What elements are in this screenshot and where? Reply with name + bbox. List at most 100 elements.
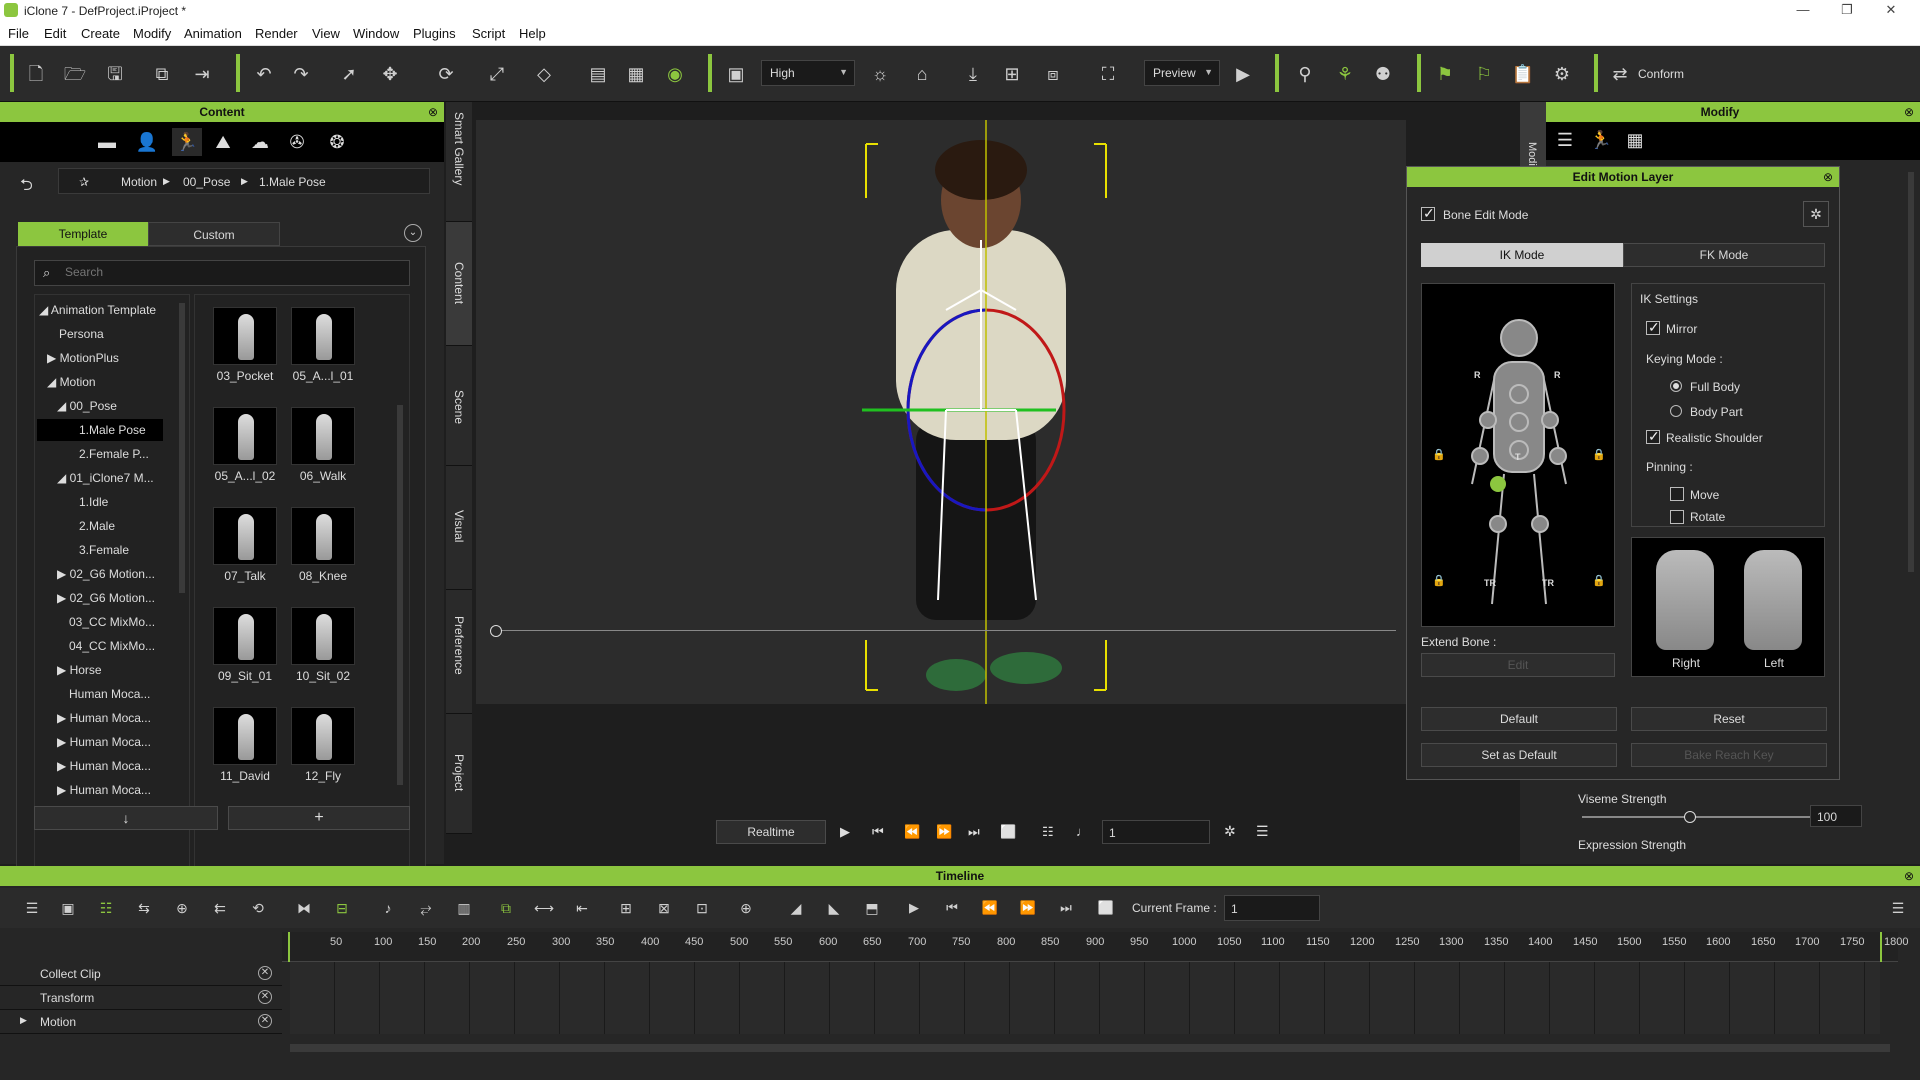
tree-item[interactable]: ▶ Human Moca... (57, 783, 151, 797)
modify-scrollbar[interactable] (1908, 172, 1914, 572)
menu-edit[interactable]: Edit (44, 26, 66, 41)
go-start-icon[interactable]: ⏮ (938, 894, 966, 922)
close-panel-icon[interactable]: ⊗ (1904, 102, 1914, 122)
tree-item[interactable]: ▶ 02_G6 Motion... (57, 591, 155, 605)
menu-animation[interactable]: Animation (184, 26, 242, 41)
camera-reel-icon[interactable]: ✇ (282, 128, 312, 156)
go-end-icon[interactable]: ⏭ (968, 824, 980, 840)
clipboard-icon[interactable]: 📋 (1509, 60, 1537, 88)
track-transform[interactable]: Transform ✕ (0, 986, 282, 1010)
music-note-icon[interactable]: ♩ (1076, 824, 1089, 839)
timeline-tool-icon[interactable]: ⧉ (492, 894, 520, 922)
tree-item[interactable]: ◢ Motion (47, 375, 96, 389)
tab-fk-mode[interactable]: FK Mode (1623, 243, 1825, 267)
breadcrumb-item[interactable]: Motion (121, 175, 157, 189)
render-mode-dropdown[interactable]: Preview (1144, 60, 1220, 86)
motion-thumbnail[interactable] (213, 307, 277, 365)
align-icon[interactable]: ▤ (584, 60, 612, 88)
search-input[interactable] (65, 265, 395, 279)
folder-icon[interactable]: ▬ (92, 128, 122, 156)
camera-icon[interactable]: ▶ (1229, 60, 1257, 88)
side-tab-scene[interactable]: Scene (446, 346, 472, 466)
motion-thumbnail[interactable] (291, 307, 355, 365)
motion-thumbnail[interactable] (291, 407, 355, 465)
avatar-icon[interactable]: 👤 (132, 128, 162, 156)
scene-icon[interactable]: ⛰ (208, 128, 238, 156)
tree-item[interactable]: Persona (59, 327, 104, 341)
side-tab-project[interactable]: Project (446, 714, 472, 834)
redo-icon[interactable]: ↷ (287, 60, 315, 88)
playhead-start[interactable] (288, 932, 290, 962)
menu-modify[interactable]: Modify (133, 26, 171, 41)
move-checkbox[interactable] (1670, 487, 1684, 501)
crowd-icon[interactable]: ⚉ (1369, 60, 1397, 88)
body-part-radio[interactable] (1670, 405, 1682, 417)
tree-item[interactable]: 2.Male (79, 519, 115, 533)
prev-frame-icon[interactable]: ⏪ (976, 894, 1004, 922)
grid-icon[interactable]: ⊞ (998, 60, 1026, 88)
chevron-down-icon[interactable]: ⌄ (404, 224, 422, 242)
set-as-default-button[interactable]: Set as Default (1421, 743, 1617, 767)
motion-puppet-icon[interactable]: ⚘ (1331, 60, 1359, 88)
tree-item[interactable]: Human Moca... (69, 687, 150, 701)
current-frame-input[interactable]: 1 (1224, 895, 1320, 921)
tree-item[interactable]: 2.Female P... (79, 447, 149, 461)
reset-button[interactable]: Reset (1631, 707, 1827, 731)
light-icon[interactable]: ☼ (866, 60, 894, 88)
tree-item[interactable]: 1.Idle (79, 495, 108, 509)
timeline-tool-icon[interactable]: ⊟ (328, 894, 356, 922)
lock-icon[interactable]: 🔒 (1592, 574, 1606, 587)
breadcrumb-item[interactable]: 00_Pose (183, 175, 230, 189)
motion-thumbnail[interactable] (291, 707, 355, 765)
close-window-button[interactable]: ✕ (1876, 2, 1906, 18)
tree-item[interactable]: ▶ Human Moca... (57, 759, 151, 773)
menu-create[interactable]: Create (81, 26, 120, 41)
tree-item[interactable]: ▶ Horse (57, 663, 102, 677)
lock-icon[interactable]: 🔒 (1432, 448, 1446, 461)
select-arrow-icon[interactable]: ➚ (335, 60, 363, 88)
save-icon[interactable]: 🖫 (101, 60, 129, 88)
timeline-tool-icon[interactable]: ⇤ (568, 894, 596, 922)
drop-to-floor-icon[interactable]: ⤓ (959, 60, 987, 88)
timeline-tool-icon[interactable]: ☷ (92, 894, 120, 922)
timeline-tool-icon[interactable]: ⇆ (130, 894, 158, 922)
distribute-icon[interactable]: ▦ (622, 60, 650, 88)
motion-thumbnail[interactable] (213, 407, 277, 465)
timeline-tool-icon[interactable]: ◢ (782, 894, 810, 922)
visibility-eye-icon[interactable]: ◉ (661, 60, 689, 88)
full-body-radio[interactable] (1670, 380, 1682, 392)
loop-icon[interactable]: ⬜ (1000, 824, 1016, 840)
side-tab-smart-gallery[interactable]: Smart Gallery (446, 102, 472, 222)
prop-icon[interactable]: ☁ (245, 128, 275, 156)
download-arrow-icon[interactable]: ↓ (34, 806, 218, 830)
tab-custom[interactable]: Custom (148, 222, 280, 246)
thumbnail-scrollbar[interactable] (397, 405, 403, 785)
motion-thumbnail[interactable] (291, 507, 355, 565)
close-dialog-icon[interactable]: ⊗ (1823, 167, 1833, 187)
side-tab-content[interactable]: Content (446, 222, 472, 346)
caption-icon[interactable]: ☷ (1042, 824, 1054, 840)
timeline-tool-icon[interactable]: ▥ (450, 894, 478, 922)
tab-ik-mode[interactable]: IK Mode (1421, 243, 1623, 267)
add-plus-icon[interactable]: + (228, 806, 410, 830)
track-motion[interactable]: ▶ Motion ✕ (0, 1010, 282, 1034)
menu-help[interactable]: Help (519, 26, 546, 41)
menu-plugins[interactable]: Plugins (413, 26, 456, 41)
menu-window[interactable]: Window (353, 26, 399, 41)
new-file-icon[interactable]: 🗋 (22, 60, 50, 88)
search-field[interactable]: ⌕ (34, 260, 410, 286)
body-part-picker[interactable]: R R T TR TR 🔒 🔒 🔒 🔒 (1421, 283, 1615, 627)
scale-icon[interactable]: ⤢ (483, 60, 511, 88)
tree-item-selected[interactable]: 1.Male Pose (37, 419, 163, 441)
tree-item[interactable]: 04_CC MixMo... (69, 639, 155, 653)
sphere-icon[interactable]: ❂ (322, 128, 352, 156)
motion-thumbnail[interactable] (213, 507, 277, 565)
import-icon[interactable]: ⧉ (148, 60, 176, 88)
side-tab-visual[interactable]: Visual (446, 466, 472, 590)
timeline-tool-icon[interactable]: ⥂ (412, 894, 440, 922)
tree-item[interactable]: ▶ Human Moca... (57, 711, 151, 725)
export-icon[interactable]: ⇥ (188, 60, 216, 88)
maximize-button[interactable]: ❐ (1832, 2, 1862, 18)
timeline-tool-icon[interactable]: ⊠ (650, 894, 678, 922)
menu-view[interactable]: View (312, 26, 340, 41)
